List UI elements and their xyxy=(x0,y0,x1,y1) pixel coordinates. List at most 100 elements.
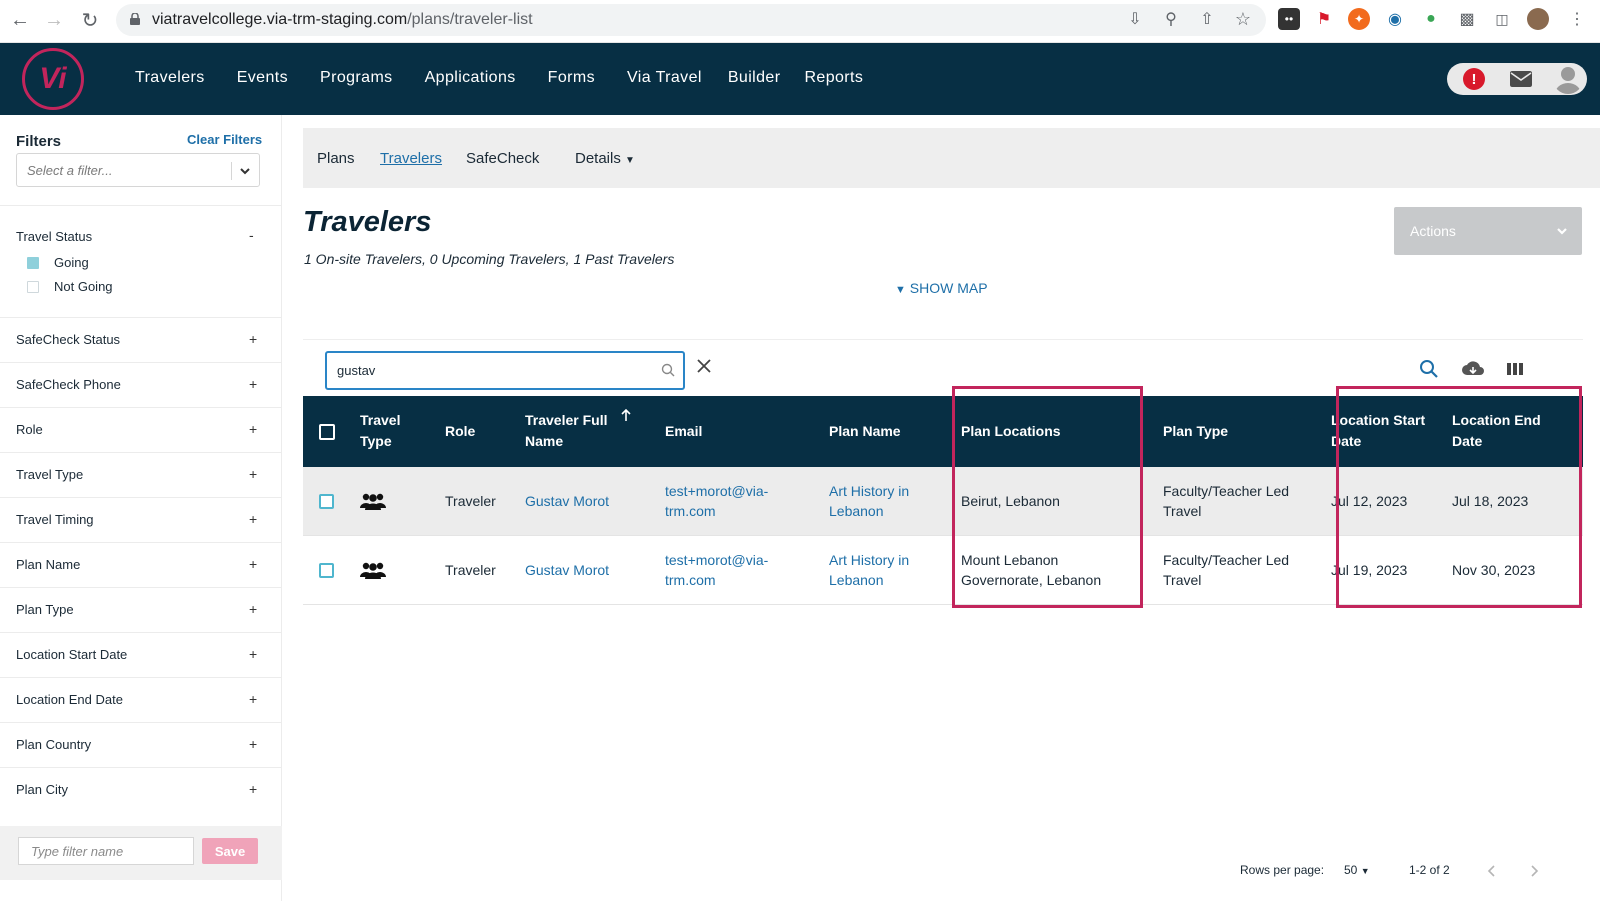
cloud-download-icon[interactable] xyxy=(1461,359,1485,379)
extension-green-icon[interactable]: ● xyxy=(1420,8,1442,30)
travel-status-title[interactable]: Travel Status xyxy=(16,229,92,244)
col-email[interactable]: Email xyxy=(665,421,702,442)
nav-forms[interactable]: Forms xyxy=(548,69,595,87)
rows-per-page-value: 50 xyxy=(1344,863,1358,877)
facet-plan-type[interactable]: Plan Type + xyxy=(0,588,282,633)
expand-icon[interactable]: + xyxy=(249,601,257,617)
tab-travelers[interactable]: Travelers xyxy=(380,150,442,167)
facet-travel-type[interactable]: Travel Type + xyxy=(0,453,282,498)
filter-select[interactable]: Select a filter... xyxy=(16,153,260,187)
nav-applications[interactable]: Applications xyxy=(425,69,516,87)
forward-arrow-icon[interactable]: → xyxy=(40,6,68,34)
share-icon[interactable]: ⇧ xyxy=(1196,8,1218,30)
back-arrow-icon[interactable]: ← xyxy=(6,6,34,34)
nav-travelers[interactable]: Travelers xyxy=(135,69,205,87)
extension-password-icon[interactable]: •• xyxy=(1278,8,1300,30)
extension-grammarly-icon[interactable]: ◉ xyxy=(1384,8,1406,30)
facet-plan-name[interactable]: Plan Name + xyxy=(0,543,282,588)
rows-per-page-label: Rows per page: xyxy=(1240,863,1325,877)
expand-icon[interactable]: + xyxy=(249,466,257,482)
email-link[interactable]: test+morot@via-trm.com xyxy=(665,550,768,590)
zoom-icon[interactable]: ⚲ xyxy=(1160,8,1182,30)
col-plan-type[interactable]: Plan Type xyxy=(1163,421,1228,442)
expand-icon[interactable]: + xyxy=(249,781,257,797)
via-logo[interactable]: Vi xyxy=(22,48,84,110)
facet-location-end-date[interactable]: Location End Date + xyxy=(0,678,282,723)
clear-filters-link[interactable]: Clear Filters xyxy=(187,132,262,147)
mail-icon[interactable] xyxy=(1510,71,1532,87)
expand-icon[interactable]: + xyxy=(249,646,257,662)
search-icon[interactable] xyxy=(1419,359,1439,379)
extension-orange-icon[interactable]: ✦ xyxy=(1348,8,1370,30)
user-avatar-icon[interactable] xyxy=(1553,64,1583,94)
columns-icon[interactable] xyxy=(1505,359,1525,379)
extensions-puzzle-icon[interactable]: ▩ xyxy=(1456,8,1478,30)
nav-reports[interactable]: Reports xyxy=(804,69,863,87)
chevron-right-icon[interactable] xyxy=(1529,864,1539,878)
filter-name-field[interactable] xyxy=(18,837,194,865)
facet-travel-timing[interactable]: Travel Timing + xyxy=(0,498,282,543)
collapse-icon[interactable]: - xyxy=(249,227,254,243)
show-map-toggle[interactable]: ▼ SHOW MAP xyxy=(895,280,988,296)
nav-programs[interactable]: Programs xyxy=(320,69,393,87)
profile-avatar-icon[interactable] xyxy=(1527,8,1549,30)
expand-icon[interactable]: + xyxy=(249,511,257,527)
row-checkbox[interactable] xyxy=(319,494,334,509)
traveler-name-link[interactable]: Gustav Morot xyxy=(525,560,609,580)
facet-location-start-date[interactable]: Location Start Date + xyxy=(0,633,282,678)
extension-flag-icon[interactable]: ⚑ xyxy=(1313,8,1335,30)
facet-safecheck-status[interactable]: SafeCheck Status + xyxy=(0,318,282,363)
facet-safecheck-phone[interactable]: SafeCheck Phone + xyxy=(0,363,282,408)
filters-sidebar: Filters Clear Filters Select a filter...… xyxy=(0,115,282,901)
row-checkbox[interactable] xyxy=(319,563,334,578)
side-panel-icon[interactable]: ◫ xyxy=(1491,8,1513,30)
grid-search-input[interactable] xyxy=(327,353,647,388)
expand-icon[interactable]: + xyxy=(249,691,257,707)
sort-ascending-icon[interactable] xyxy=(621,408,631,422)
grid-search[interactable] xyxy=(325,351,685,390)
expand-icon[interactable]: + xyxy=(249,736,257,752)
filter-name-input[interactable] xyxy=(19,838,193,864)
address-bar[interactable]: viatravelcollege.via-trm-staging.com/pla… xyxy=(116,4,1266,36)
col-plan-name[interactable]: Plan Name xyxy=(829,421,901,442)
facet-plan-city[interactable]: Plan City + xyxy=(0,768,282,813)
plan-name-link[interactable]: Art History in Lebanon xyxy=(829,550,909,590)
facet-role[interactable]: Role + xyxy=(0,408,282,453)
col-traveler-full-name[interactable]: Traveler Full Name xyxy=(525,410,615,452)
install-app-icon[interactable]: ⇩ xyxy=(1124,8,1146,30)
plan-line: Lebanon xyxy=(829,503,884,519)
expand-icon[interactable]: + xyxy=(249,376,257,392)
tab-plans[interactable]: Plans xyxy=(317,150,355,167)
col-location-start-date[interactable]: Location Start Date xyxy=(1331,410,1436,452)
select-all-checkbox[interactable] xyxy=(319,424,335,440)
chevron-left-icon[interactable] xyxy=(1487,864,1497,878)
alert-icon[interactable]: ! xyxy=(1463,68,1485,90)
not-going-checkbox[interactable] xyxy=(27,281,39,293)
col-travel-type[interactable]: Travel Type xyxy=(360,410,420,452)
actions-button[interactable]: Actions xyxy=(1394,207,1582,255)
close-icon[interactable] xyxy=(696,358,712,374)
save-filter-button[interactable]: Save xyxy=(202,838,258,864)
plan-line: Art History in xyxy=(829,552,910,568)
plan-name-link[interactable]: Art History in Lebanon xyxy=(829,481,909,521)
reload-icon[interactable]: ↻ xyxy=(76,6,104,34)
facet-plan-country[interactable]: Plan Country + xyxy=(0,723,282,768)
col-role[interactable]: Role xyxy=(445,421,475,442)
tab-details[interactable]: Details ▼ xyxy=(575,150,635,167)
col-location-end-date[interactable]: Location End Date xyxy=(1452,410,1557,452)
rows-per-page-select[interactable]: 50 ▼ xyxy=(1344,863,1370,877)
bookmark-star-icon[interactable]: ☆ xyxy=(1232,8,1254,30)
browser-menu-icon[interactable]: ⋮ xyxy=(1566,8,1588,30)
col-plan-locations[interactable]: Plan Locations xyxy=(961,421,1061,442)
expand-icon[interactable]: + xyxy=(249,421,257,437)
tab-safecheck[interactable]: SafeCheck xyxy=(466,150,539,167)
traveler-name-link[interactable]: Gustav Morot xyxy=(525,491,609,511)
expand-icon[interactable]: + xyxy=(249,331,257,347)
going-checkbox[interactable] xyxy=(27,257,39,269)
nav-via-travel[interactable]: Via Travel xyxy=(627,69,702,87)
expand-icon[interactable]: + xyxy=(249,556,257,572)
nav-builder[interactable]: Builder xyxy=(728,69,781,87)
email-link[interactable]: test+morot@via-trm.com xyxy=(665,481,768,521)
nav-events[interactable]: Events xyxy=(237,69,288,87)
cell-plan-type: Faculty/Teacher Led Travel xyxy=(1163,550,1289,590)
